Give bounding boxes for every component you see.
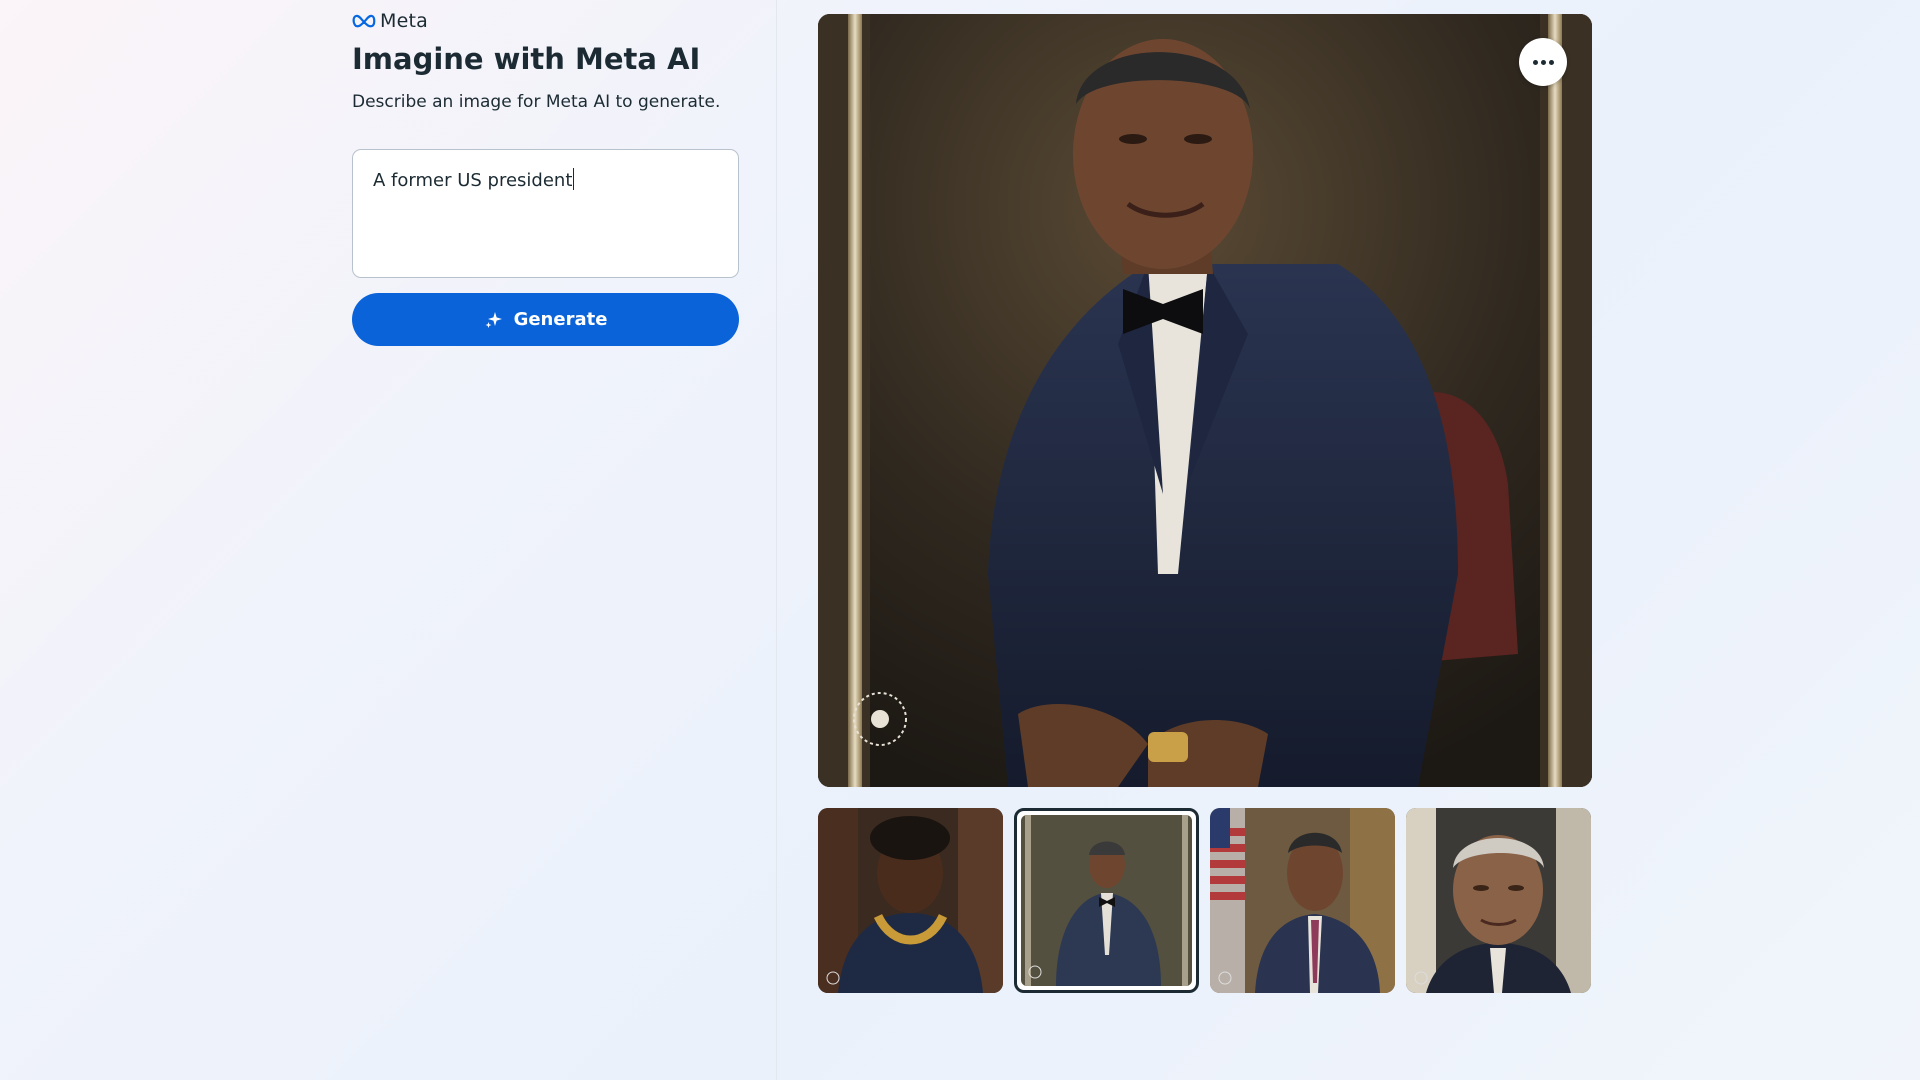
more-dot [1540, 59, 1546, 65]
text-caret [573, 168, 575, 190]
prompt-text: A former US president [373, 170, 573, 191]
more-dot [1548, 59, 1554, 65]
brand[interactable]: Meta [352, 10, 428, 32]
main-generated-image[interactable] [818, 14, 1592, 787]
generate-button-label: Generate [513, 309, 608, 330]
page-title: Imagine with Meta AI [352, 42, 701, 76]
brand-name: Meta [380, 10, 428, 32]
generate-button[interactable]: Generate [352, 293, 739, 346]
prompt-input[interactable]: A former US president [352, 149, 739, 278]
left-panel: Meta Imagine with Meta AI Describe an im… [0, 0, 777, 1080]
sparkle-icon [485, 311, 502, 328]
meta-logo-icon [352, 14, 376, 28]
thumbnail-3[interactable] [1210, 808, 1395, 993]
more-horizontal-icon [1532, 59, 1538, 65]
thumbnail-2-image [1021, 815, 1192, 986]
thumbnail-2-selected[interactable] [1014, 808, 1199, 993]
more-options-button[interactable] [1519, 38, 1567, 86]
thumbnail-4[interactable] [1406, 808, 1591, 993]
thumbnail-1[interactable] [818, 808, 1003, 993]
page-subtitle: Describe an image for Meta AI to generat… [352, 92, 721, 112]
